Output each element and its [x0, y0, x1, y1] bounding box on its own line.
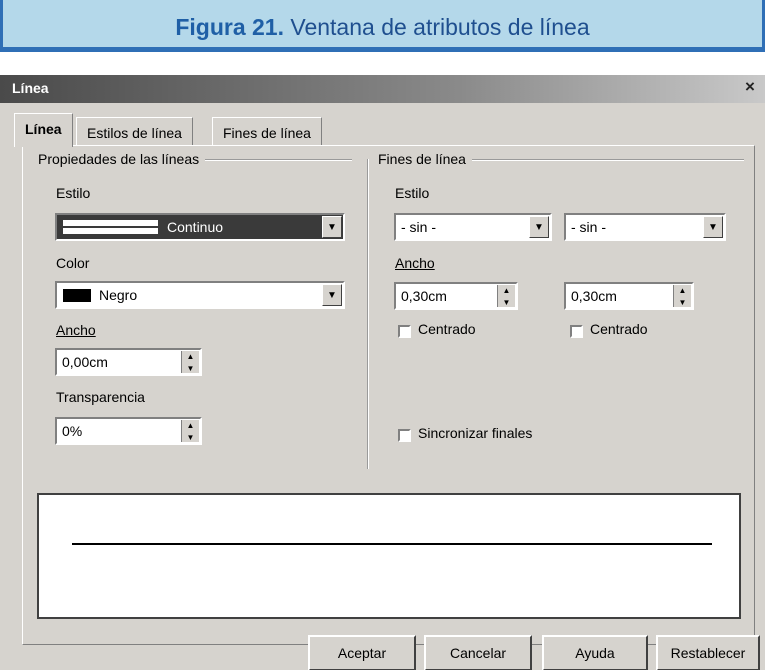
width-value: 0,00cm	[62, 354, 108, 370]
width-label: Ancho	[56, 322, 96, 338]
properties-heading: Propiedades de las líneas	[38, 151, 206, 167]
color-value: Negro	[99, 287, 138, 303]
end-style-value: - sin -	[571, 219, 606, 235]
color-dropdown[interactable]: Negro ▼	[55, 281, 345, 309]
color-label: Color	[56, 255, 90, 271]
help-button[interactable]: Ayuda	[542, 635, 648, 670]
figure-caption-text: Ventana de atributos de línea	[290, 14, 590, 40]
spin-arrows-icon[interactable]: ▲ ▼	[497, 285, 515, 307]
color-swatch	[63, 289, 91, 302]
tab-line-styles[interactable]: Estilos de línea	[76, 117, 193, 145]
dialog-title: Línea	[12, 80, 49, 96]
spin-arrows-icon[interactable]: ▲ ▼	[673, 285, 691, 307]
end-width-spinbox[interactable]: 0,30cm ▲ ▼	[564, 282, 694, 310]
figure-number: Figura 21.	[175, 14, 284, 40]
width-spinbox[interactable]: 0,00cm ▲ ▼	[55, 348, 202, 376]
end-style-dropdown[interactable]: - sin - ▼	[564, 213, 726, 241]
start-width-value: 0,30cm	[401, 288, 447, 304]
start-centered-checkbox[interactable]	[398, 325, 411, 338]
spin-arrows-icon[interactable]: ▲ ▼	[181, 420, 199, 442]
ok-button[interactable]: Aceptar	[308, 635, 416, 670]
transparency-label: Transparencia	[56, 389, 145, 405]
line-style-preview	[63, 220, 158, 234]
figure-caption: Figura 21. Ventana de atributos de línea	[0, 0, 765, 52]
tab-line[interactable]: Línea	[14, 113, 73, 147]
end-width-label: Ancho	[395, 255, 435, 271]
chevron-down-icon[interactable]: ▼	[703, 216, 723, 238]
style-label: Estilo	[56, 185, 91, 201]
start-style-dropdown[interactable]: - sin - ▼	[394, 213, 552, 241]
end-width-value: 0,30cm	[571, 288, 617, 304]
chevron-down-icon[interactable]: ▼	[322, 216, 342, 238]
end-style-label: Estilo	[395, 185, 430, 201]
chevron-down-icon[interactable]: ▼	[529, 216, 549, 238]
sync-ends-label: Sincronizar finales	[418, 425, 533, 441]
end-centered-label: Centrado	[590, 321, 648, 337]
spin-arrows-icon[interactable]: ▲ ▼	[181, 351, 199, 373]
line-style-value: Continuo	[167, 219, 224, 235]
transparency-value: 0%	[62, 423, 83, 439]
line-ends-heading: Fines de línea	[378, 151, 472, 167]
start-style-value: - sin -	[401, 219, 436, 235]
dialog-titlebar: Línea ×	[0, 75, 765, 103]
start-centered-label: Centrado	[418, 321, 476, 337]
chevron-down-icon[interactable]: ▼	[322, 284, 342, 306]
cancel-button[interactable]: Cancelar	[424, 635, 532, 670]
line-dialog: Línea × Línea Estilos de línea Fines de …	[0, 75, 765, 670]
line-style-dropdown[interactable]: Continuo ▼	[55, 213, 345, 241]
line-preview	[37, 493, 741, 619]
sync-ends-checkbox[interactable]	[398, 429, 411, 442]
group-separator	[367, 159, 369, 469]
reset-button[interactable]: Restablecer	[656, 635, 760, 670]
preview-line	[72, 543, 712, 545]
close-icon[interactable]: ×	[741, 78, 759, 96]
end-centered-checkbox[interactable]	[570, 325, 583, 338]
start-width-spinbox[interactable]: 0,30cm ▲ ▼	[394, 282, 518, 310]
tab-line-ends[interactable]: Fines de línea	[212, 117, 322, 145]
transparency-spinbox[interactable]: 0% ▲ ▼	[55, 417, 202, 445]
